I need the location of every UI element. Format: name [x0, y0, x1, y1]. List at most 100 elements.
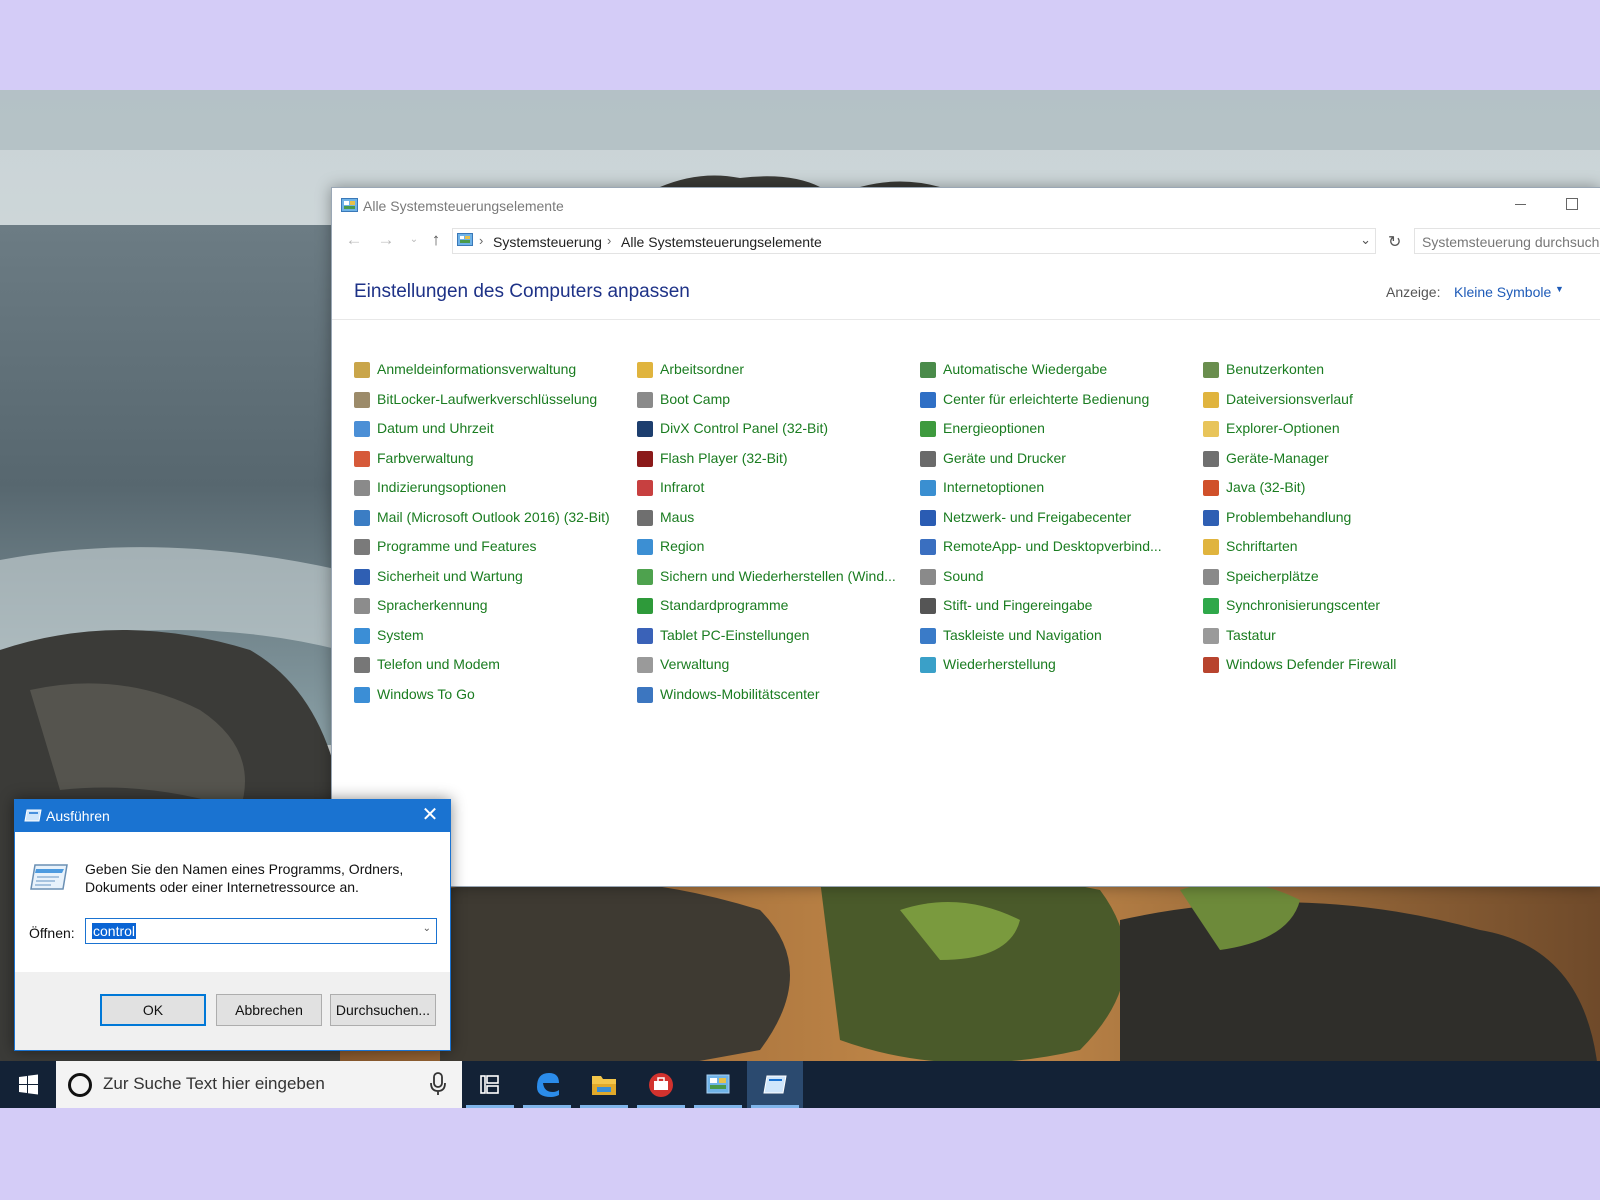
- maximize-button[interactable]: [1548, 188, 1594, 220]
- control-panel-item-label: Anmeldeinformationsverwaltung: [377, 361, 577, 377]
- admin-tools-icon: [637, 657, 653, 673]
- indexing-icon: [354, 480, 370, 496]
- control-panel-item-label: Windows-Mobilitätscenter: [660, 686, 820, 702]
- run-icon: [30, 864, 68, 890]
- ok-button[interactable]: OK: [100, 994, 206, 1026]
- control-panel-item-label: Standardprogramme: [660, 597, 789, 613]
- search-input[interactable]: Systemsteuerung durchsuchen: [1414, 228, 1600, 254]
- control-panel-icon[interactable]: [690, 1061, 746, 1108]
- control-panel-item-label: Speicherplätze: [1226, 568, 1319, 584]
- control-panel-item-label: Maus: [660, 509, 695, 525]
- control-panel-item-label: Windows To Go: [377, 686, 475, 702]
- control-panel-item-label: Benutzerkonten: [1226, 361, 1325, 377]
- control-panel-item-label: Arbeitsordner: [660, 361, 745, 377]
- control-panel-icon: [341, 198, 358, 212]
- content-header: Einstellungen des Computers anpassen Anz…: [332, 258, 1600, 320]
- breadcrumb-alle-elemente[interactable]: Alle Systemsteuerungselemente: [621, 234, 822, 250]
- control-panel-icon: [457, 233, 473, 246]
- run-icon[interactable]: [747, 1061, 803, 1108]
- control-panel-item-label: System: [377, 627, 424, 643]
- refresh-icon[interactable]: ↻: [1388, 232, 1401, 252]
- breadcrumb[interactable]: › Systemsteuerung › Alle Systemsteuerung…: [452, 228, 1376, 254]
- control-panel-item-label: Telefon und Modem: [377, 656, 500, 672]
- color-management-icon: [354, 451, 370, 467]
- control-panel-item-label: Taskleiste und Navigation: [943, 627, 1102, 643]
- control-panel-item-label: RemoteApp- und Desktopverbind...: [943, 538, 1162, 554]
- control-panel-item-label: Synchronisierungscenter: [1226, 597, 1381, 613]
- flash-icon: [637, 451, 653, 467]
- view-mode-dropdown[interactable]: Kleine Symbole: [1454, 284, 1551, 300]
- control-panel-item-label: Energieoptionen: [943, 420, 1045, 436]
- recovery-icon: [920, 657, 936, 673]
- run-dialog-titlebar[interactable]: Ausführen ✕: [15, 800, 450, 832]
- backup-icon: [637, 569, 653, 585]
- control-panel-item-label: Windows Defender Firewall: [1226, 656, 1397, 672]
- folder-options-icon: [1203, 421, 1219, 437]
- control-panel-item-label: Java (32-Bit): [1226, 479, 1306, 495]
- pen-icon: [920, 598, 936, 614]
- flag-icon: [354, 569, 370, 585]
- power-icon: [920, 421, 936, 437]
- control-panel-item-label: Internetoptionen: [943, 479, 1045, 495]
- file-history-icon: [1203, 392, 1219, 408]
- infrared-icon: [637, 480, 653, 496]
- troubleshoot-icon: [1203, 510, 1219, 526]
- network-icon: [920, 510, 936, 526]
- task-view-icon[interactable]: [462, 1061, 518, 1108]
- toolbox-app-icon[interactable]: [633, 1061, 689, 1108]
- edge-icon[interactable]: [519, 1061, 575, 1108]
- control-panel-item-label: Boot Camp: [660, 391, 731, 407]
- file-explorer-icon[interactable]: [576, 1061, 632, 1108]
- remote-desktop-icon: [920, 539, 936, 555]
- microphone-icon[interactable]: [429, 1072, 447, 1096]
- forward-arrow-icon[interactable]: →: [376, 230, 396, 250]
- up-arrow-icon[interactable]: ↑: [426, 230, 446, 250]
- control-panel-item-label: Wiederherstellung: [943, 656, 1056, 672]
- taskbar-search-input[interactable]: Zur Suche Text hier eingeben: [56, 1061, 462, 1108]
- run-dialog-title: Ausführen: [46, 808, 110, 824]
- browse-button[interactable]: Durchsuchen...: [330, 994, 436, 1026]
- minimize-button[interactable]: [1498, 188, 1544, 220]
- breadcrumb-systemsteuerung[interactable]: Systemsteuerung: [493, 234, 602, 250]
- control-panel-item-label: Sichern und Wiederherstellen (Wind...: [660, 568, 896, 584]
- chevron-down-icon[interactable]: ⌄: [423, 923, 431, 934]
- cancel-button[interactable]: Abbrechen: [216, 994, 322, 1026]
- page-title: Einstellungen des Computers anpassen: [354, 281, 690, 302]
- mail-icon: [354, 510, 370, 526]
- globe-clock-icon: [637, 539, 653, 555]
- control-panel-item-label: Verwaltung: [660, 656, 730, 672]
- run-command-input[interactable]: control ⌄: [85, 918, 437, 944]
- chevron-down-icon[interactable]: ⌄: [1360, 232, 1371, 248]
- usb-drive-icon: [354, 687, 370, 703]
- windows-start-icon[interactable]: [0, 1061, 56, 1108]
- control-panel-item-label: Spracherkennung: [377, 597, 488, 613]
- control-panel-item-label: Geräte und Drucker: [943, 450, 1066, 466]
- breadcrumb-separator-icon: ›: [607, 233, 612, 248]
- run-button-bar: OK Abbrechen Durchsuchen...: [15, 972, 450, 1050]
- accessibility-icon: [920, 392, 936, 408]
- run-input-value: control: [92, 923, 137, 939]
- address-bar: ← → ⌄ ↑ › Systemsteuerung › Alle Systems…: [332, 224, 1600, 258]
- control-panel-titlebar[interactable]: Alle Systemsteuerungselemente: [332, 188, 1600, 224]
- chevron-down-icon[interactable]: ⌄: [404, 230, 424, 250]
- window-title: Alle Systemsteuerungselemente: [363, 198, 564, 214]
- mouse-icon: [637, 510, 653, 526]
- control-panel-item-label: Tablet PC-Einstellungen: [660, 627, 810, 643]
- default-programs-icon: [637, 598, 653, 614]
- control-panel-item-label: Indizierungsoptionen: [377, 479, 507, 495]
- control-panel-item-label: Programme und Features: [377, 538, 537, 554]
- close-icon[interactable]: ✕: [410, 800, 450, 832]
- control-panel-window: Alle Systemsteuerungselemente ← → ⌄ ↑ › …: [331, 187, 1600, 887]
- taskbar: Zur Suche Text hier eingeben: [0, 1061, 1600, 1108]
- run-icon: [24, 809, 42, 822]
- breadcrumb-separator-icon: ›: [479, 233, 484, 248]
- control-panel-item-label: Infrarot: [660, 479, 705, 495]
- control-panel-item-label: Mail (Microsoft Outlook 2016) (32-Bit): [377, 509, 610, 525]
- cortana-icon[interactable]: [68, 1073, 92, 1097]
- dropdown-arrow-icon[interactable]: ▼: [1555, 284, 1564, 294]
- device-manager-icon: [1203, 451, 1219, 467]
- microphone-icon: [354, 598, 370, 614]
- control-panel-item-label: Explorer-Optionen: [1226, 420, 1340, 436]
- control-panel-item-label: Geräte-Manager: [1226, 450, 1329, 466]
- back-arrow-icon[interactable]: ←: [344, 230, 364, 250]
